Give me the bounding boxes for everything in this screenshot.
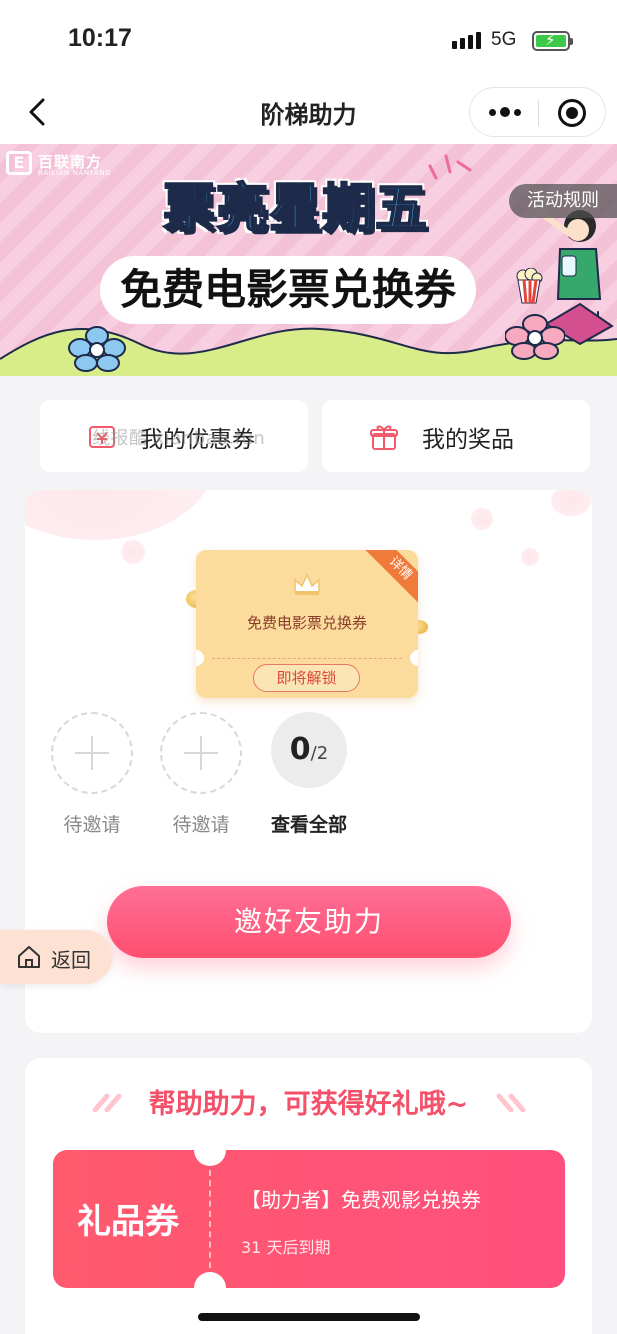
progress-current: 0 — [289, 732, 311, 767]
promo-banner: E 百联南方 BAILIAN NANFANG 票亮星期五 免费电影票兑换券 活动… — [0, 144, 617, 376]
coupon-notch — [194, 1150, 226, 1166]
gift-expiry: 31 天后到期 — [241, 1238, 331, 1257]
flower-right-icon — [505, 314, 565, 360]
brand-name-en: BAILIAN NANFANG — [38, 169, 111, 177]
brand-mark-icon: E — [6, 151, 32, 175]
invite-slot-1[interactable] — [51, 712, 133, 794]
flower-left-icon — [68, 326, 126, 372]
banner-subtitle: 免费电影票兑换券 — [100, 256, 477, 324]
invite-friends-button[interactable]: 邀好友助力 — [107, 886, 511, 958]
nav-bar: 阶梯助力 — [0, 80, 617, 144]
slash-decoration-right — [496, 1093, 526, 1112]
crown-icon — [294, 573, 320, 595]
network-type: 5G — [491, 29, 517, 50]
gift-type-label: 礼品券 — [77, 1202, 179, 1242]
home-indicator — [198, 1313, 420, 1321]
plus-icon — [75, 736, 109, 770]
brand-logo: E 百联南方 BAILIAN NANFANG — [6, 149, 114, 179]
return-button[interactable]: 返回 — [0, 930, 112, 984]
status-bar: 10:17 5G — [0, 0, 617, 80]
voucher-dashed-line — [212, 658, 402, 659]
gift-icon — [370, 425, 398, 450]
unlock-status-pill: 即将解锁 — [253, 664, 360, 692]
decor-bubble — [25, 490, 215, 540]
plus-icon — [184, 736, 218, 770]
voucher-notch — [410, 650, 418, 666]
reward-voucher[interactable]: 详情 免费电影票兑换券 即将解锁 — [196, 550, 418, 698]
detail-ribbon[interactable]: 详情 — [363, 550, 418, 606]
invite-progress: 0/2 — [271, 712, 347, 788]
my-prizes-label: 我的奖品 — [422, 427, 514, 453]
my-prizes-card[interactable]: 我的奖品 — [322, 400, 590, 472]
view-all-link[interactable]: 查看全部 — [259, 810, 359, 837]
battery-icon — [532, 31, 573, 51]
helper-reward-card: 帮助助力，可获得好礼哦~ 礼品券 【助力者】免费观影兑换券 31 天后到期 — [25, 1058, 592, 1334]
mini-program-capsule — [469, 87, 606, 137]
banner-title: 票亮星期五 — [162, 178, 429, 240]
progress-total: /2 — [310, 743, 329, 764]
gift-name: 【助力者】免费观影兑换券 — [241, 1188, 481, 1212]
invite-slot-label: 待邀请 — [172, 814, 230, 836]
more-icon[interactable] — [489, 107, 521, 117]
decor-bubble — [521, 548, 539, 566]
invite-slot-2[interactable] — [160, 712, 242, 794]
voucher-notch — [196, 650, 204, 666]
coupon-dashed-divider — [209, 1170, 211, 1268]
close-target-icon[interactable] — [558, 99, 586, 127]
return-label: 返回 — [51, 948, 91, 972]
capsule-divider — [538, 100, 539, 126]
decor-bubble — [121, 540, 145, 564]
decor-bubble — [551, 490, 591, 516]
activity-rules-button[interactable]: 活动规则 — [509, 184, 617, 218]
watermark-text: 线报酷 xianbao.fun — [92, 428, 266, 449]
home-icon — [18, 946, 40, 968]
coupon-notch — [194, 1272, 226, 1288]
decor-bubble — [471, 508, 493, 530]
status-time: 10:17 — [68, 24, 132, 52]
gift-coupon[interactable]: 礼品券 【助力者】免费观影兑换券 31 天后到期 — [53, 1150, 565, 1288]
signal-icon — [452, 32, 481, 49]
voucher-name: 免费电影票兑换券 — [246, 614, 367, 632]
invite-slot-label: 待邀请 — [63, 814, 121, 836]
